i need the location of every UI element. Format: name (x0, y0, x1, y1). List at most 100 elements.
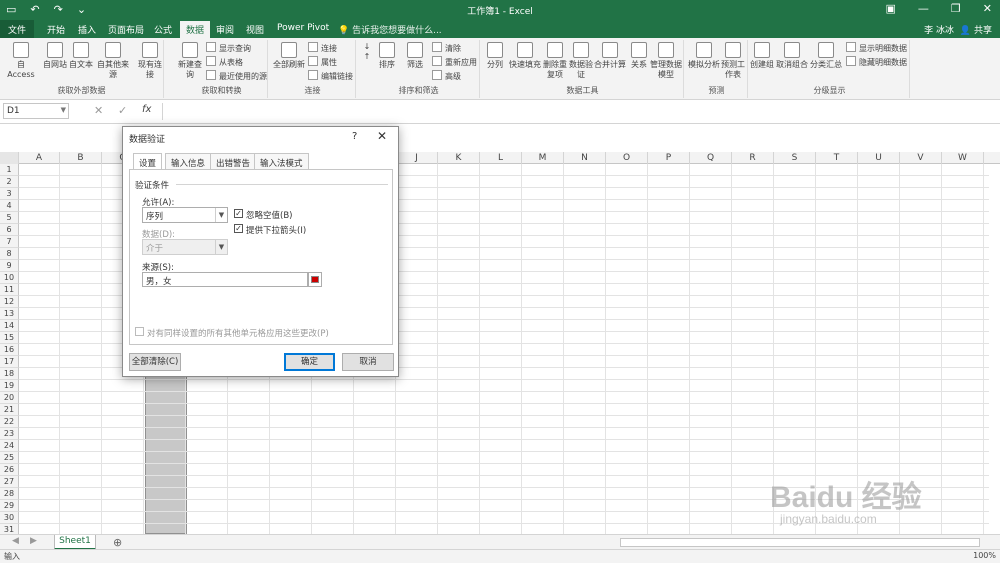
row-header-1[interactable]: 1 (0, 164, 19, 176)
tab-view[interactable]: 视图 (246, 23, 264, 36)
advanced-filter-button[interactable]: 高级 (432, 70, 461, 82)
remove-duplicates-button[interactable]: 删除重复项 (542, 42, 568, 80)
column-header-q[interactable]: Q (690, 152, 732, 164)
sheet-tab-sheet1[interactable]: Sheet1 (54, 535, 96, 550)
add-sheet-icon[interactable]: ⊕ (113, 536, 122, 549)
help-icon[interactable]: ? (352, 131, 357, 142)
show-detail-button[interactable]: 显示明细数据 (846, 42, 907, 54)
column-header-o[interactable]: O (606, 152, 648, 164)
row-header-17[interactable]: 17 (0, 356, 19, 368)
filter-button[interactable]: 筛选 (404, 42, 426, 70)
hide-detail-button[interactable]: 隐藏明细数据 (846, 56, 907, 68)
ok-button[interactable]: 确定 (284, 353, 335, 371)
row-header-7[interactable]: 7 (0, 236, 19, 248)
allow-select[interactable]: 序列 ▼ (142, 207, 228, 223)
clear-all-button[interactable]: 全部清除(C) (129, 353, 181, 371)
user-name[interactable]: 李 冰冰 (924, 23, 954, 36)
subtotal-button[interactable]: 分类汇总 (810, 42, 842, 70)
tab-formulas[interactable]: 公式 (154, 23, 172, 36)
clear-filter-button[interactable]: 清除 (432, 42, 461, 54)
row-header-21[interactable]: 21 (0, 404, 19, 416)
select-all-corner[interactable] (0, 152, 19, 164)
formula-input[interactable] (162, 103, 996, 120)
row-header-16[interactable]: 16 (0, 344, 19, 356)
cancel-button[interactable]: 取消 (342, 353, 394, 371)
show-queries-button[interactable]: 显示查询 (206, 42, 251, 54)
row-header-5[interactable]: 5 (0, 212, 19, 224)
chevron-down-icon[interactable]: ▼ (61, 106, 66, 114)
row-header-9[interactable]: 9 (0, 260, 19, 272)
from-other-button[interactable]: 自其他来源 (94, 42, 132, 80)
zoom-level[interactable]: 100% (973, 551, 996, 560)
source-input[interactable]: 男，女 (142, 272, 308, 287)
apply-all-checkbox[interactable] (135, 327, 144, 336)
row-header-13[interactable]: 13 (0, 308, 19, 320)
ignore-blank-checkbox[interactable]: ✓ (234, 209, 243, 218)
ribbon-display-icon[interactable]: ▣ (886, 2, 896, 15)
tab-power-pivot[interactable]: Power Pivot (277, 23, 329, 33)
from-web-button[interactable]: 自网站 (42, 42, 68, 70)
row-header-8[interactable]: 8 (0, 248, 19, 260)
row-header-31[interactable]: 31 (0, 524, 19, 534)
row-header-4[interactable]: 4 (0, 200, 19, 212)
row-header-3[interactable]: 3 (0, 188, 19, 200)
scroll-left-icon[interactable]: ◀ (12, 536, 19, 546)
share-button[interactable]: 👤 共享 (960, 23, 992, 36)
sort-az-icon[interactable]: ↓ ↑ (360, 42, 374, 62)
connections-button[interactable]: 连接 (308, 42, 337, 54)
row-header-25[interactable]: 25 (0, 452, 19, 464)
consolidate-button[interactable]: 合并计算 (594, 42, 626, 70)
flash-fill-button[interactable]: 快速填充 (508, 42, 542, 70)
row-header-30[interactable]: 30 (0, 512, 19, 524)
column-header-p[interactable]: P (648, 152, 690, 164)
column-header-j[interactable]: J (396, 152, 438, 164)
forecast-sheet-button[interactable]: 预测工作表 (720, 42, 746, 80)
recent-sources-button[interactable]: 最近使用的源 (206, 70, 267, 82)
from-text-button[interactable]: 自文本 (68, 42, 94, 70)
tell-me-box[interactable]: 💡 告诉我您想要做什么... (338, 23, 442, 36)
tab-insert[interactable]: 插入 (78, 23, 96, 36)
ungroup-button[interactable]: 取消组合 (776, 42, 808, 70)
row-header-19[interactable]: 19 (0, 380, 19, 392)
tab-data[interactable]: 数据 (180, 21, 211, 38)
range-select-icon[interactable] (308, 272, 322, 287)
tab-review[interactable]: 审阅 (216, 23, 234, 36)
new-query-button[interactable]: 新建查询 (178, 42, 202, 80)
enter-formula-icon[interactable]: ✓ (118, 104, 127, 117)
from-access-button[interactable]: 自 Access (3, 42, 39, 80)
row-header-10[interactable]: 10 (0, 272, 19, 284)
column-header-v[interactable]: V (900, 152, 942, 164)
column-header-r[interactable]: R (732, 152, 774, 164)
row-header-2[interactable]: 2 (0, 176, 19, 188)
row-header-12[interactable]: 12 (0, 296, 19, 308)
edit-links-button[interactable]: 编辑链接 (308, 70, 353, 82)
column-header-u[interactable]: U (858, 152, 900, 164)
existing-connections-button[interactable]: 现有连接 (136, 42, 164, 80)
row-header-11[interactable]: 11 (0, 284, 19, 296)
dropdown-arrow-checkbox[interactable]: ✓ (234, 224, 243, 233)
minimize-icon[interactable]: — (918, 2, 929, 15)
column-header-w[interactable]: W (942, 152, 984, 164)
row-header-22[interactable]: 22 (0, 416, 19, 428)
close-window-icon[interactable]: ✕ (983, 2, 992, 15)
insert-function-icon[interactable]: fx (142, 104, 151, 115)
column-header-b[interactable]: B (60, 152, 102, 164)
cancel-formula-icon[interactable]: ✕ (94, 104, 103, 117)
group-button[interactable]: 创建组 (750, 42, 774, 70)
column-header-k[interactable]: K (438, 152, 480, 164)
relationships-button[interactable]: 关系 (628, 42, 650, 70)
row-header-24[interactable]: 24 (0, 440, 19, 452)
tab-settings[interactable]: 设置 (133, 153, 163, 170)
column-header-a[interactable]: A (19, 152, 60, 164)
name-box[interactable]: D1 ▼ (3, 103, 69, 119)
row-header-14[interactable]: 14 (0, 320, 19, 332)
tab-error-alert[interactable]: 出错警告 (210, 153, 257, 169)
row-header-29[interactable]: 29 (0, 500, 19, 512)
refresh-all-button[interactable]: 全部刷新 (272, 42, 306, 70)
tab-ime-mode[interactable]: 输入法模式 (254, 153, 309, 169)
tab-home[interactable]: 开始 (47, 23, 65, 36)
data-validation-button[interactable]: 数据验证 (568, 42, 594, 80)
from-table-button[interactable]: 从表格 (206, 56, 243, 68)
row-header-23[interactable]: 23 (0, 428, 19, 440)
column-header-t[interactable]: T (816, 152, 858, 164)
